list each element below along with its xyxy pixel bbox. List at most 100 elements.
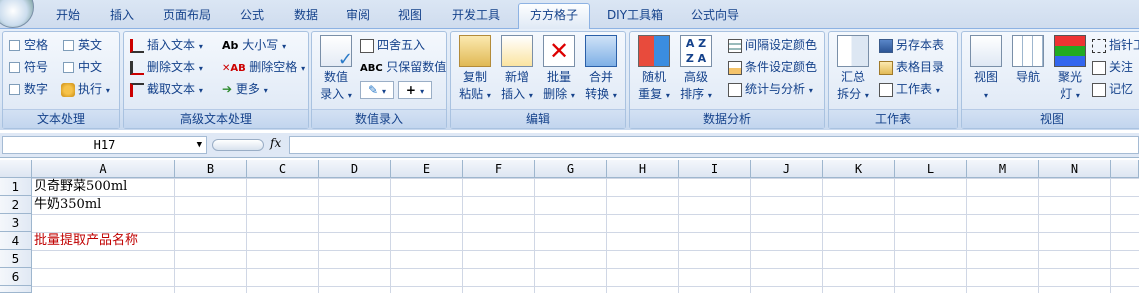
random-repeat-button[interactable]: 随机 重复 ▾: [634, 35, 674, 104]
delete-text-button[interactable]: 删除文本 ▾: [130, 57, 203, 77]
column-header-i[interactable]: I: [679, 160, 751, 178]
view-button[interactable]: 视图 ▾: [966, 35, 1006, 104]
number-checkbox[interactable]: 数字: [9, 79, 48, 99]
column-header-l[interactable]: L: [895, 160, 967, 178]
row-header-1[interactable]: 1: [0, 178, 32, 196]
column-header-n[interactable]: N: [1039, 160, 1111, 178]
tab-insert[interactable]: 插入: [98, 4, 146, 26]
focus-button[interactable]: 关注: [1092, 57, 1133, 77]
gridline: [390, 178, 391, 293]
sheet-index-button[interactable]: 表格目录: [879, 57, 944, 77]
more-button[interactable]: ➔ 更多 ▾: [222, 79, 268, 99]
column-header-b[interactable]: B: [175, 160, 247, 178]
column-header-h[interactable]: H: [607, 160, 679, 178]
batch-delete-button[interactable]: ✕ 批量 删除 ▾: [539, 35, 579, 104]
plus-dropdown[interactable]: + ▾: [398, 81, 432, 99]
extract-text-button[interactable]: 截取文本 ▾: [130, 79, 203, 99]
insert-new-button[interactable]: 新增 插入 ▾: [497, 35, 537, 104]
tab-review[interactable]: 审阅: [334, 4, 382, 26]
gridline: [174, 178, 175, 293]
row-header-3[interactable]: 3: [0, 214, 32, 232]
execute-button[interactable]: 执行 ▾: [61, 79, 110, 99]
row-header-7[interactable]: [0, 286, 32, 293]
select-all-corner[interactable]: [0, 160, 32, 178]
formula-bar: H17 ▼ fx: [0, 133, 1139, 158]
memory-button[interactable]: 记忆: [1092, 79, 1133, 99]
gridline: [966, 178, 967, 293]
navigation-button[interactable]: 导航: [1008, 35, 1048, 86]
office-button[interactable]: [0, 0, 34, 28]
save-sheet-as-button[interactable]: 另存本表: [879, 35, 944, 55]
column-header-j[interactable]: J: [751, 160, 823, 178]
gridline: [462, 178, 463, 293]
tab-view[interactable]: 视图: [386, 4, 434, 26]
space-checkbox[interactable]: 空格: [9, 35, 48, 55]
cell-a1[interactable]: 贝奇野菜500ml: [32, 178, 127, 196]
column-header-k[interactable]: K: [823, 160, 895, 178]
delete-space-button[interactable]: ✕AB 删除空格 ▾: [222, 57, 305, 77]
condition-color-button[interactable]: 条件设定颜色: [728, 57, 817, 77]
tab-developer[interactable]: 开发工具: [442, 4, 510, 26]
tab-data[interactable]: 数据: [282, 4, 330, 26]
cell-a4[interactable]: 批量提取产品名称: [32, 232, 138, 250]
insert-text-button[interactable]: 插入文本 ▾: [130, 35, 203, 55]
row-header-4[interactable]: 4: [0, 232, 32, 250]
advanced-sort-button[interactable]: A ZZ A 高级 排序 ▾: [676, 35, 716, 104]
cell-grid[interactable]: [32, 178, 1139, 293]
column-header-d[interactable]: D: [319, 160, 391, 178]
numeric-entry-button[interactable]: ✓ 数值 录入 ▾: [316, 35, 356, 104]
name-box[interactable]: H17 ▼: [2, 136, 207, 154]
pencil-dropdown[interactable]: ✎ ▾: [360, 81, 394, 99]
tab-formula-wizard[interactable]: 公式向导: [682, 4, 748, 26]
statistics-icon: [728, 82, 742, 97]
spotlight-icon: [1054, 35, 1086, 67]
column-header-e[interactable]: E: [391, 160, 463, 178]
column-header-overflow[interactable]: [1111, 160, 1139, 178]
tab-page-layout[interactable]: 页面布局: [154, 4, 220, 26]
formula-input[interactable]: [289, 136, 1139, 154]
abc-icon: ABC: [360, 63, 387, 74]
tab-home[interactable]: 开始: [44, 4, 92, 26]
worksheet-button[interactable]: 工作表 ▾: [879, 79, 940, 99]
summary-split-icon: [837, 35, 869, 67]
ab-case-icon: Ab: [222, 39, 243, 52]
column-header-m[interactable]: M: [967, 160, 1039, 178]
fx-icon[interactable]: fx: [270, 136, 281, 150]
delete-x-icon: ✕: [543, 35, 575, 67]
row-header-2[interactable]: 2: [0, 196, 32, 214]
tab-fangfang-gezi[interactable]: 方方格子: [518, 3, 590, 29]
summary-split-button[interactable]: 汇总 拆分 ▾: [833, 35, 873, 104]
checkbox-icon: [9, 84, 20, 95]
pointer-tool-button[interactable]: 指针工: [1092, 35, 1139, 55]
chevron-down-icon[interactable]: ▼: [197, 137, 202, 153]
round-button[interactable]: 四舍五入: [360, 35, 425, 55]
group-data-analysis: 随机 重复 ▾ A ZZ A 高级 排序 ▾ 间隔设定颜色 条件设定颜色 统计与…: [629, 31, 825, 129]
symbol-checkbox[interactable]: 符号: [9, 57, 48, 77]
cell-a2[interactable]: 牛奶350ml: [32, 196, 101, 214]
index-icon: [879, 60, 893, 75]
keep-values-button[interactable]: ABC 只保留数值: [360, 57, 446, 77]
random-blocks-icon: [638, 35, 670, 67]
group-label: 文本处理: [3, 109, 119, 128]
condition-color-icon: [728, 60, 742, 75]
tab-diy-toolbox[interactable]: DIY工具箱: [596, 4, 674, 26]
interval-color-button[interactable]: 间隔设定颜色: [728, 35, 817, 55]
column-header-f[interactable]: F: [463, 160, 535, 178]
english-checkbox[interactable]: 英文: [63, 35, 102, 55]
copy-paste-button[interactable]: 复制 粘贴 ▾: [455, 35, 495, 104]
chinese-checkbox[interactable]: 中文: [63, 57, 102, 77]
merge-icon: [585, 35, 617, 67]
row-header-5[interactable]: 5: [0, 250, 32, 268]
column-header-a[interactable]: A: [32, 160, 175, 178]
case-button[interactable]: Ab 大小写 ▾: [222, 35, 286, 55]
spotlight-button[interactable]: 聚光 灯 ▾: [1050, 35, 1090, 104]
column-header-c[interactable]: C: [247, 160, 319, 178]
ab-delete-space-icon: ✕AB: [222, 63, 250, 74]
column-header-g[interactable]: G: [535, 160, 607, 178]
group-view: 视图 ▾ 导航 聚光 灯 ▾ 指针工 关注 记忆 视图: [961, 31, 1139, 129]
tab-formulas[interactable]: 公式: [228, 4, 276, 26]
insert-row-icon: [501, 35, 533, 67]
row-header-6[interactable]: 6: [0, 268, 32, 286]
merge-convert-button[interactable]: 合并 转换 ▾: [581, 35, 621, 104]
statistics-button[interactable]: 统计与分析 ▾: [728, 79, 813, 99]
